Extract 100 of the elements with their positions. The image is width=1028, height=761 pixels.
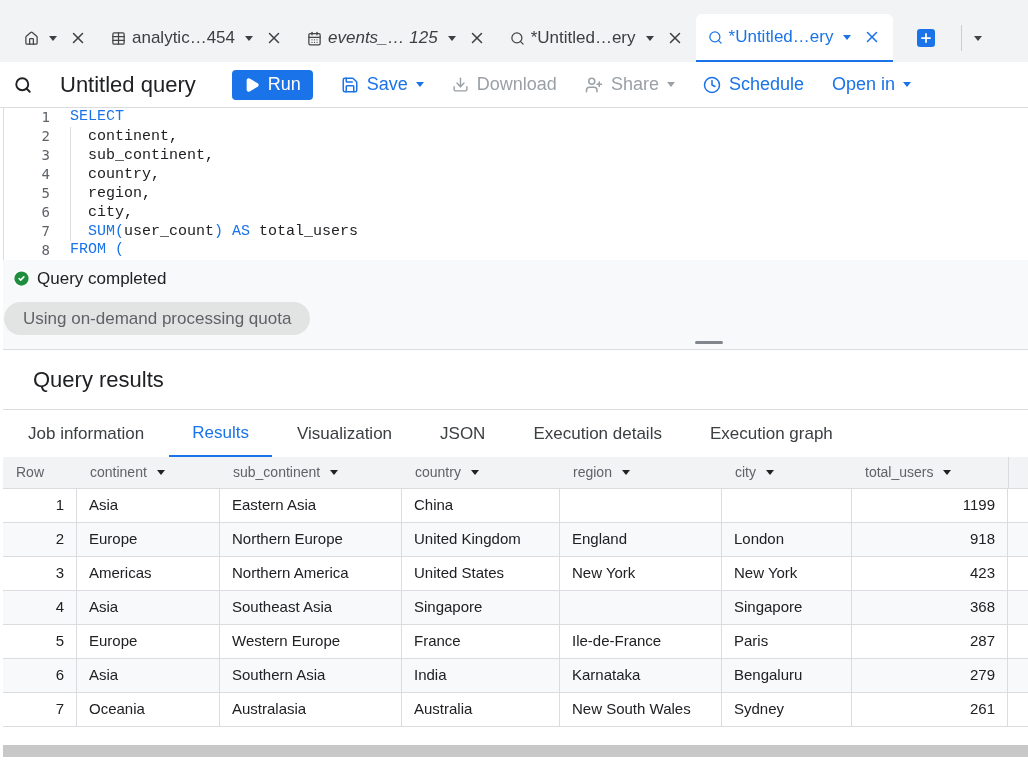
- table-cell: 6: [3, 659, 77, 692]
- caret-icon: [330, 470, 339, 475]
- column-header[interactable]: region: [560, 457, 722, 488]
- results-tab[interactable]: Job information: [5, 410, 168, 457]
- caret-icon: [766, 470, 774, 475]
- table-cell: 279: [852, 659, 1008, 692]
- line-number: 2: [40, 127, 51, 146]
- table-cell: Australia: [402, 693, 560, 726]
- schedule-button[interactable]: Schedule: [702, 71, 804, 98]
- caret-icon: [621, 470, 630, 475]
- table-cell: Asia: [77, 489, 220, 522]
- column-header[interactable]: continent: [77, 457, 220, 488]
- table-cell: Ile-de-France: [560, 625, 722, 658]
- caret-icon: [843, 34, 852, 40]
- table-cell: Southeast Asia: [220, 591, 402, 624]
- table-cell: Paris: [722, 625, 852, 658]
- caret-icon: [49, 35, 57, 41]
- table-cell: Europe: [77, 625, 220, 658]
- tab-label: events_… 125: [328, 27, 438, 50]
- search-icon: [509, 30, 525, 46]
- open-button[interactable]: Open in: [832, 71, 912, 98]
- table-cell: 5: [3, 625, 77, 658]
- clock-icon: [702, 75, 721, 94]
- table-cell: Australasia: [220, 693, 402, 726]
- check-circle-icon: [12, 269, 31, 289]
- caret-icon: [903, 82, 912, 87]
- results-tab[interactable]: JSON: [417, 410, 509, 457]
- table-cell: Sydney: [722, 693, 852, 726]
- table-cell: 7: [3, 693, 77, 726]
- line-number: 7: [40, 222, 51, 241]
- table-cell: Europe: [77, 523, 220, 556]
- editor-tab[interactable]: events_… 125: [295, 14, 498, 62]
- table-cell: 918: [852, 523, 1008, 556]
- code-line: FROM (: [70, 240, 124, 261]
- table-cell: France: [402, 625, 560, 658]
- horizontal-scrollbar[interactable]: [3, 745, 1028, 757]
- caret-icon: [447, 35, 456, 41]
- table-cell: Singapore: [402, 591, 560, 624]
- table-cell: New York: [560, 557, 722, 590]
- status-message: Query completed: [37, 268, 167, 290]
- table-cell: 2: [3, 523, 77, 556]
- caret-icon: [645, 35, 654, 41]
- editor-tab[interactable]: *Untitled…ery: [497, 14, 696, 62]
- resize-handle[interactable]: [695, 341, 723, 344]
- column-header[interactable]: total_users: [852, 457, 1008, 488]
- table-cell: Singapore: [722, 591, 852, 624]
- column-header[interactable]: country: [402, 457, 560, 488]
- column-header[interactable]: Row: [3, 457, 77, 488]
- table-cell: India: [402, 659, 560, 692]
- table-cell: China: [402, 489, 560, 522]
- caret-icon: [245, 35, 253, 41]
- home-icon: [24, 30, 39, 46]
- plus-icon: [919, 31, 934, 45]
- table-cell: 261: [852, 693, 1008, 726]
- table-cell: New South Wales: [560, 693, 722, 726]
- editor-tab[interactable]: analytic…454: [99, 14, 295, 62]
- run-button[interactable]: Run: [231, 69, 313, 100]
- table-cell: Bengaluru: [722, 659, 852, 692]
- line-number: 6: [40, 203, 51, 222]
- table-cell: New York: [722, 557, 852, 590]
- column-header[interactable]: sub_continent: [220, 457, 402, 488]
- table-cell: 287: [852, 625, 1008, 658]
- code-line: continent,: [70, 127, 178, 146]
- query-icon: [14, 75, 32, 94]
- table-cell: Americas: [77, 557, 220, 590]
- code-line: region,: [70, 184, 151, 203]
- table-cell: Northern America: [220, 557, 402, 590]
- table-cell: England: [560, 523, 722, 556]
- editor-tab[interactable]: *Untitled…ery: [695, 14, 894, 62]
- table-cell: Oceania: [77, 693, 220, 726]
- table-cell: United States: [402, 557, 560, 590]
- caret-icon: [974, 35, 983, 41]
- results-tab[interactable]: Visualization: [273, 410, 416, 457]
- table-cell: 423: [852, 557, 1008, 590]
- line-number: 5: [40, 184, 51, 203]
- search-icon: [707, 29, 723, 45]
- table-cell: 368: [852, 591, 1008, 624]
- table-cell: Western Europe: [220, 625, 402, 658]
- table-cell: Eastern Asia: [220, 489, 402, 522]
- line-number: 8: [40, 241, 51, 260]
- column-header[interactable]: city: [722, 457, 852, 488]
- table-cell: 3: [3, 557, 77, 590]
- line-number: 1: [40, 108, 51, 127]
- download-icon: [451, 76, 469, 93]
- quota-chip: Using on-demand processing quota: [4, 301, 311, 335]
- code-line: SUM(user_count) AS total_users: [70, 222, 359, 241]
- person-add-icon: [584, 75, 603, 94]
- caret-icon: [415, 82, 424, 87]
- results-tab[interactable]: Execution graph: [686, 410, 856, 457]
- table-icon: [111, 30, 126, 46]
- add-tab-button[interactable]: [917, 29, 936, 47]
- code-line: country,: [70, 165, 160, 184]
- caret-icon: [666, 82, 675, 87]
- query-title: Untitled query: [60, 71, 196, 99]
- results-tab[interactable]: Execution details: [510, 410, 685, 457]
- results-title: Query results: [33, 366, 164, 394]
- line-number: 3: [40, 146, 51, 165]
- table-cell: London: [722, 523, 852, 556]
- save-button[interactable]: Save: [340, 71, 424, 98]
- table-cell: United Kingdom: [402, 523, 560, 556]
